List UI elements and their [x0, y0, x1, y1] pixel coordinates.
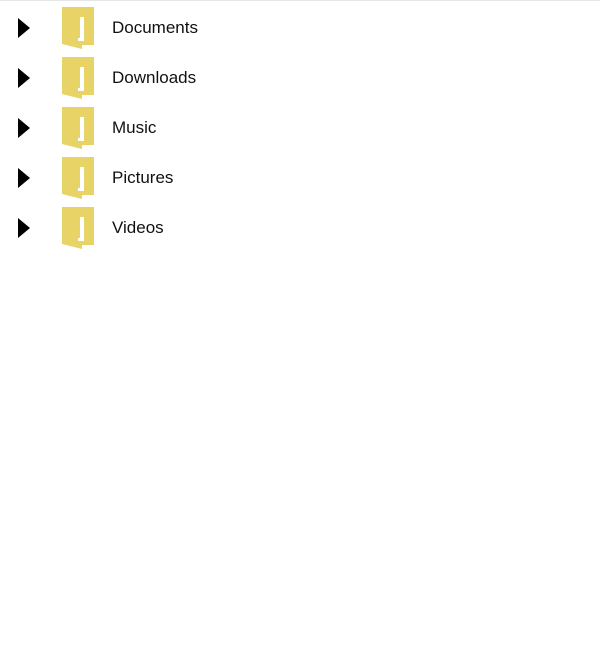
- tree-item-documents[interactable]: Documents: [0, 3, 600, 53]
- expand-chevron-icon[interactable]: [14, 116, 34, 140]
- tree-item-videos[interactable]: Videos: [0, 203, 600, 253]
- folder-icon: [60, 157, 96, 199]
- tree-item-music[interactable]: Music: [0, 103, 600, 153]
- folder-icon: [60, 57, 96, 99]
- tree-item-label: Pictures: [112, 168, 174, 187]
- tree-item-label: Documents: [112, 18, 198, 37]
- tree-item-label: Downloads: [112, 68, 197, 87]
- expand-chevron-icon[interactable]: [14, 166, 34, 190]
- folder-icon: [60, 7, 96, 49]
- expand-chevron-icon[interactable]: [14, 216, 34, 240]
- tree-item-pictures[interactable]: Pictures: [0, 153, 600, 203]
- tree-item-label: Music: [112, 118, 157, 137]
- folder-tree-list: Documents Downloads Music Pictures Video…: [0, 3, 600, 253]
- folder-icon: [60, 107, 96, 149]
- expand-chevron-icon[interactable]: [14, 16, 34, 40]
- tree-item-label: Videos: [112, 218, 164, 237]
- tree-item-downloads[interactable]: Downloads: [0, 53, 600, 103]
- folder-icon: [60, 207, 96, 249]
- expand-chevron-icon[interactable]: [14, 66, 34, 90]
- folder-tree: Documents Downloads Music Pictures Video…: [0, 0, 600, 663]
